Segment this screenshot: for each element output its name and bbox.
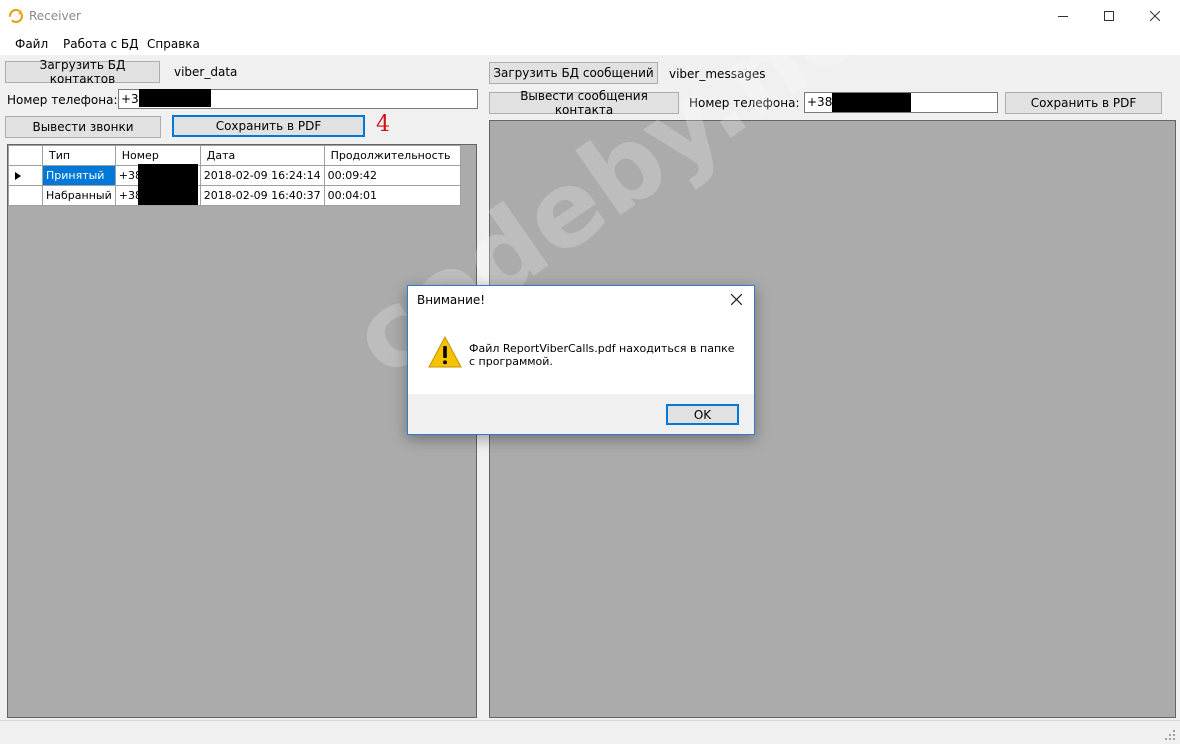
cell-duration[interactable]: 00:09:42 bbox=[323, 165, 461, 186]
load-contacts-db-button[interactable]: Загрузить БД контактов bbox=[5, 58, 160, 86]
redacted-number-block bbox=[138, 164, 198, 205]
right-save-pdf-button[interactable]: Сохранить в PDF bbox=[1005, 92, 1162, 114]
window-title: Receiver bbox=[29, 9, 81, 23]
cell-date[interactable]: 2018-02-09 16:40:37 bbox=[199, 185, 325, 206]
column-header-date[interactable]: Дата bbox=[199, 145, 325, 166]
close-icon bbox=[1150, 11, 1160, 21]
receiver-app-icon bbox=[8, 8, 24, 24]
contacts-db-name: viber_data bbox=[174, 65, 238, 79]
row-header-corner bbox=[8, 145, 43, 166]
alert-dialog: Внимание! Файл ReportViberCalls.pdf нахо… bbox=[407, 285, 755, 435]
calls-table: Тип Номер Дата Продолжительность Приняты… bbox=[8, 145, 461, 206]
show-contact-messages-button[interactable]: Вывести сообщения контакта bbox=[489, 89, 679, 117]
menu-file[interactable]: Файл bbox=[15, 37, 48, 51]
resize-grip-icon[interactable] bbox=[1164, 729, 1176, 741]
title-bar[interactable]: Receiver bbox=[0, 0, 1180, 32]
table-row[interactable]: Принятый +38 2018-02-09 16:24:14 00:09:4… bbox=[8, 165, 461, 186]
redacted-phone-block bbox=[832, 93, 911, 112]
dialog-title: Внимание! bbox=[417, 293, 486, 307]
cell-type[interactable]: Набранный bbox=[42, 185, 116, 206]
redacted-phone-block bbox=[139, 89, 211, 107]
menu-bar: Файл Работа с БД Справка bbox=[0, 32, 1180, 55]
dialog-footer: OK bbox=[408, 394, 754, 434]
column-header-number[interactable]: Номер bbox=[114, 145, 201, 166]
warning-icon bbox=[428, 335, 462, 371]
column-header-duration[interactable]: Продолжительность bbox=[323, 145, 461, 166]
messages-db-name: viber_messages bbox=[669, 67, 766, 81]
dialog-close-button[interactable] bbox=[720, 286, 754, 314]
left-save-pdf-button[interactable]: Сохранить в PDF bbox=[172, 115, 365, 137]
close-icon bbox=[731, 294, 742, 305]
right-phone-label: Номер телефона: bbox=[689, 96, 800, 110]
menu-help[interactable]: Справка bbox=[147, 37, 200, 51]
table-row[interactable]: Набранный +38 2018-02-09 16:40:37 00:04:… bbox=[8, 185, 461, 206]
status-bar bbox=[0, 720, 1180, 744]
show-calls-button[interactable]: Вывести звонки bbox=[5, 116, 161, 138]
cell-duration[interactable]: 00:04:01 bbox=[323, 185, 461, 206]
cell-type[interactable]: Принятый bbox=[42, 165, 116, 186]
dialog-message: Файл ReportViberCalls.pdf находиться в п… bbox=[469, 342, 735, 368]
load-messages-db-button[interactable]: Загрузить БД сообщений bbox=[489, 62, 658, 84]
ok-button[interactable]: OK bbox=[666, 404, 739, 425]
current-row-arrow-icon bbox=[15, 171, 21, 180]
maximize-icon bbox=[1104, 11, 1114, 21]
left-phone-label: Номер телефона: bbox=[7, 93, 118, 107]
row-header[interactable] bbox=[8, 165, 43, 186]
menu-database[interactable]: Работа с БД bbox=[63, 37, 139, 51]
table-header-row: Тип Номер Дата Продолжительность bbox=[8, 145, 461, 166]
column-header-type[interactable]: Тип bbox=[42, 145, 116, 166]
step-annotation: 4 bbox=[376, 112, 390, 137]
cell-date[interactable]: 2018-02-09 16:24:14 bbox=[199, 165, 325, 186]
minimize-button[interactable] bbox=[1040, 0, 1086, 32]
receiver-window: Receiver Файл Работа с БД Справка Загруз… bbox=[0, 0, 1180, 744]
maximize-button[interactable] bbox=[1086, 0, 1132, 32]
minimize-icon bbox=[1058, 16, 1068, 17]
close-button[interactable] bbox=[1132, 0, 1178, 32]
row-header[interactable] bbox=[8, 185, 43, 206]
